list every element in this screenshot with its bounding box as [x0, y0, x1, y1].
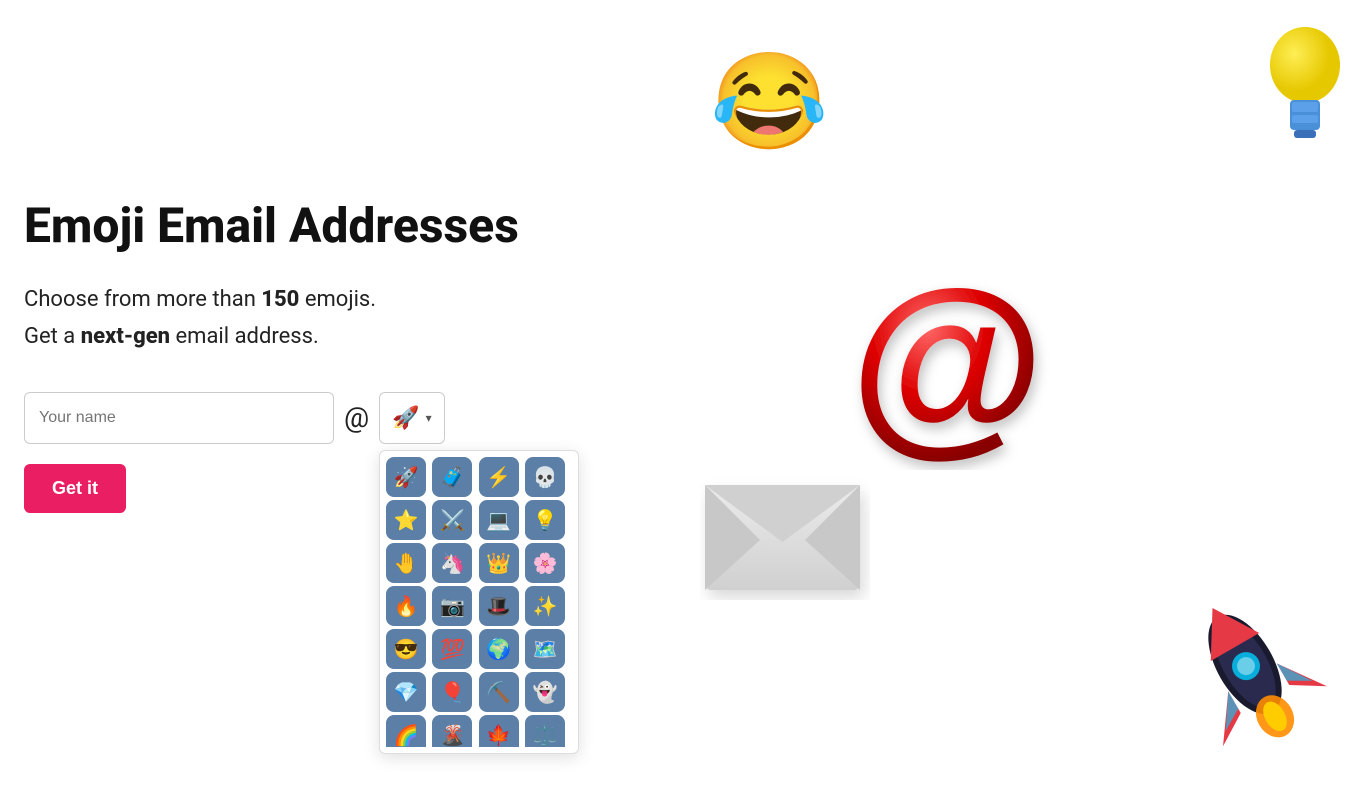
emoji-cell[interactable]: 👻 [525, 672, 565, 712]
envelope-decoration [700, 470, 870, 600]
at-sign-3d-decoration: @ [840, 230, 1080, 474]
hero-subtitle: Choose from more than 150 emojis. Get a … [24, 281, 644, 356]
subtitle-line2-bold: next-gen [81, 324, 170, 349]
subtitle-plain-1: Choose from more than [24, 287, 261, 312]
content-left: Emoji Email Addresses Choose from more t… [24, 200, 644, 513]
rocket-decoration [1149, 569, 1350, 778]
subtitle-plain-2: emojis. [299, 287, 376, 312]
emoji-cell[interactable]: 🎩 [479, 586, 519, 626]
emoji-cell[interactable]: ⚖️ [525, 715, 565, 747]
emoji-cell[interactable]: 🗺️ [525, 629, 565, 669]
emoji-dropdown-container: 🚀 ▾ 🚀🧳⚡💀⭐⚔️💻💡🤚🦄👑🌸🔥📷🎩✨😎💯🌍🗺️💎🎈⛏️👻🌈🌋🍁⚖️🏔️🍀⚓… [379, 392, 444, 444]
emoji-cell[interactable]: 💻 [479, 500, 519, 540]
main-container: 😂 Emoji Email Addresses Choose from more… [0, 0, 1370, 793]
subtitle-line2-plain1: Get a [24, 324, 81, 349]
emoji-cell[interactable]: 🎈 [432, 672, 472, 712]
emoji-cell[interactable]: 🦄 [432, 543, 472, 583]
emoji-cell[interactable]: 💎 [386, 672, 426, 712]
lightbulb-decoration [1260, 15, 1350, 145]
selected-emoji: 🚀 [392, 405, 419, 431]
emoji-cell[interactable]: ⚔️ [432, 500, 472, 540]
emoji-cell[interactable]: 🌍 [479, 629, 519, 669]
at-symbol-label: @ [344, 401, 369, 434]
emoji-grid-panel: 🚀🧳⚡💀⭐⚔️💻💡🤚🦄👑🌸🔥📷🎩✨😎💯🌍🗺️💎🎈⛏️👻🌈🌋🍁⚖️🏔️🍀⚓⚠️ [379, 450, 579, 754]
emoji-cell[interactable]: 💡 [525, 500, 565, 540]
emoji-cell[interactable]: ⛏️ [479, 672, 519, 712]
laugh-emoji-decoration: 😂 [710, 55, 828, 150]
subtitle-bold-1: 150 [261, 287, 299, 312]
emoji-cell[interactable]: ✨ [525, 586, 565, 626]
page-title: Emoji Email Addresses [24, 200, 644, 253]
svg-text:@: @ [850, 250, 1045, 470]
emoji-cell[interactable]: 📷 [432, 586, 472, 626]
emoji-cell[interactable]: ⚡ [479, 457, 519, 497]
emoji-cell[interactable]: 🍁 [479, 715, 519, 747]
subtitle-line2-plain2: email address. [170, 324, 319, 349]
emoji-cell[interactable]: 💀 [525, 457, 565, 497]
emoji-cell[interactable]: 🌈 [386, 715, 426, 747]
emoji-cell[interactable]: 🌋 [432, 715, 472, 747]
emoji-grid-scroll[interactable]: 🚀🧳⚡💀⭐⚔️💻💡🤚🦄👑🌸🔥📷🎩✨😎💯🌍🗺️💎🎈⛏️👻🌈🌋🍁⚖️🏔️🍀⚓⚠️ [386, 457, 572, 747]
email-input-row: @ 🚀 ▾ 🚀🧳⚡💀⭐⚔️💻💡🤚🦄👑🌸🔥📷🎩✨😎💯🌍🗺️💎🎈⛏️👻🌈🌋🍁⚖️🏔️… [24, 392, 644, 444]
emoji-cell[interactable]: ⭐ [386, 500, 426, 540]
emoji-cell[interactable]: 🧳 [432, 457, 472, 497]
emoji-cell[interactable]: 🌸 [525, 543, 565, 583]
emoji-cell[interactable]: 🚀 [386, 457, 426, 497]
emoji-selector-button[interactable]: 🚀 ▾ [379, 392, 444, 444]
emoji-cell[interactable]: 💯 [432, 629, 472, 669]
emoji-cell[interactable]: 🔥 [386, 586, 426, 626]
emoji-cell[interactable]: 😎 [386, 629, 426, 669]
get-it-button[interactable]: Get it [24, 464, 126, 513]
emoji-cell[interactable]: 👑 [479, 543, 519, 583]
emoji-cell[interactable]: 🤚 [386, 543, 426, 583]
name-input[interactable] [24, 392, 334, 444]
chevron-down-icon: ▾ [426, 411, 432, 425]
